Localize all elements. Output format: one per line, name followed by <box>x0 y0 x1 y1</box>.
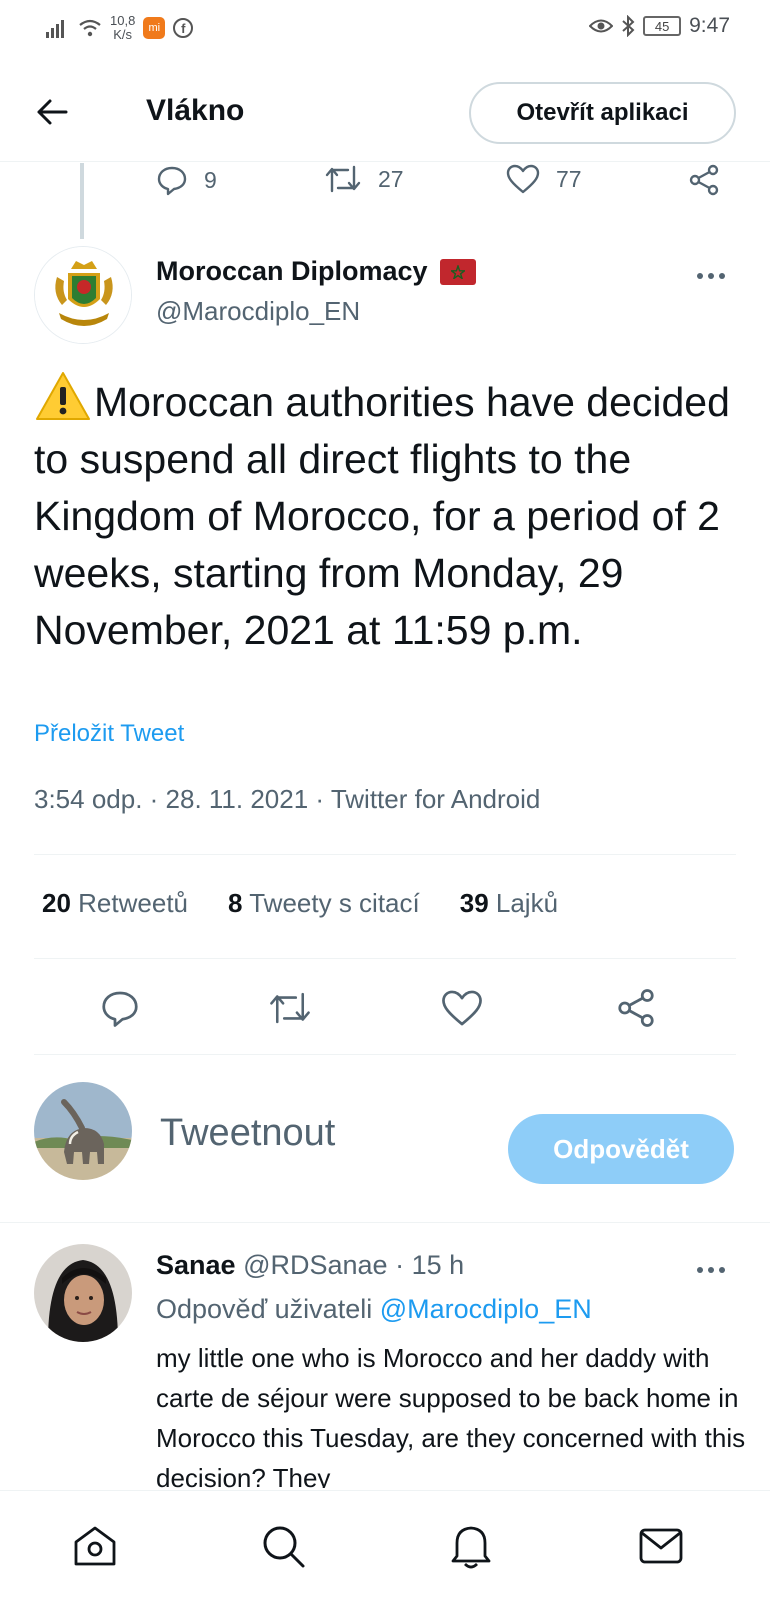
retweet-action[interactable] <box>268 986 312 1030</box>
network-speed-value: 10,8 <box>110 13 136 28</box>
previous-retweet-action[interactable]: 27 <box>324 164 404 194</box>
retweets-stat-count: 20 <box>42 888 71 918</box>
divider <box>34 958 736 959</box>
author-name-text: Moroccan Diplomacy <box>156 256 428 286</box>
mail-icon <box>639 1528 683 1564</box>
reply-author-name[interactable]: Sanae <box>156 1250 236 1280</box>
network-speed: 10,8 K/s <box>110 14 135 42</box>
more-horizontal-icon <box>697 1267 725 1273</box>
person-photo <box>34 1244 132 1342</box>
status-bar-left: 10,8 K/s mi f <box>46 14 194 42</box>
nav-notifications[interactable] <box>446 1521 496 1571</box>
signal-icon <box>46 20 64 38</box>
quotes-stat-label: Tweety s citací <box>249 888 420 918</box>
retweet-icon <box>270 992 310 1024</box>
share-icon <box>618 989 654 1027</box>
arrow-left-icon <box>37 99 68 125</box>
morocco-flag-icon <box>439 258 476 285</box>
tweet-body: Moroccan authorities have decided to sus… <box>34 379 730 653</box>
divider <box>34 1054 736 1055</box>
likes-stat-count: 39 <box>459 888 489 918</box>
share-icon <box>689 164 719 196</box>
tweet-meta: 3:54 odp. · 28. 11. 2021 · Twitter for A… <box>34 784 541 814</box>
retweet-icon <box>325 165 361 193</box>
replying-to-label: Odpověď uživateli <box>156 1294 373 1324</box>
comment-icon <box>157 166 187 196</box>
elephant-photo <box>34 1082 132 1180</box>
previous-like-action[interactable]: 77 <box>506 164 582 194</box>
facebook-icon: f <box>173 18 194 38</box>
author-name[interactable]: Moroccan Diplomacy <box>156 256 476 287</box>
quotes-stat-count: 8 <box>228 888 243 918</box>
divider <box>34 854 736 855</box>
likes-stat[interactable]: 39 Lajků <box>460 888 558 919</box>
current-user-avatar[interactable] <box>34 1082 132 1180</box>
previous-tweet-actions: 9 27 77 <box>0 162 770 206</box>
bluetooth-icon <box>622 15 635 37</box>
reply-submit-button[interactable]: Odpovědět <box>508 1114 734 1184</box>
battery-icon: 45 <box>643 16 682 36</box>
clock: 9:47 <box>689 14 730 37</box>
reply-more-options-button[interactable] <box>696 1250 726 1281</box>
translate-tweet-link[interactable]: Přeložit Tweet <box>34 720 184 748</box>
replying-to: Odpověď uživateli @Marocdiplo_EN <box>156 1294 592 1325</box>
warning-icon <box>36 372 90 420</box>
author-avatar[interactable] <box>34 246 132 344</box>
reply-text: my little one who is Morocco and her dad… <box>156 1343 746 1488</box>
reply-header: Sanae @RDSanae · 15 h <box>156 1250 464 1281</box>
network-speed-unit: K/s <box>113 27 133 42</box>
status-bar-right: 45 9:47 <box>589 14 730 38</box>
reply-timestamp: · 15 h <box>395 1250 465 1280</box>
bottom-navigation <box>0 1490 770 1600</box>
comment-icon <box>102 991 138 1027</box>
home-icon <box>74 1526 116 1566</box>
search-icon <box>263 1526 305 1568</box>
replying-to-mention[interactable]: @Marocdiplo_EN <box>380 1294 592 1324</box>
open-app-button[interactable]: Otevřít aplikaci <box>469 82 736 144</box>
divider <box>0 1222 770 1223</box>
heart-icon <box>442 990 482 1026</box>
reply-compose-input[interactable]: Tweetnout <box>160 1112 335 1155</box>
previous-reply-action[interactable]: 9 <box>156 164 217 196</box>
tweet-actions <box>0 986 770 1036</box>
nav-messages[interactable] <box>636 1521 686 1571</box>
previous-retweet-count: 27 <box>378 165 404 192</box>
nav-home[interactable] <box>70 1521 120 1571</box>
bell-icon <box>451 1526 491 1569</box>
nav-search[interactable] <box>258 1521 308 1571</box>
mi-app-icon: mi <box>143 17 166 39</box>
reply-author-avatar[interactable] <box>34 1244 132 1342</box>
back-button[interactable] <box>30 90 74 134</box>
more-options-button[interactable] <box>696 256 726 287</box>
heart-icon <box>506 164 540 194</box>
status-bar: 10,8 K/s mi f 45 9:47 <box>0 0 770 62</box>
reply-action[interactable] <box>98 986 142 1030</box>
page-title: Vlákno <box>146 94 245 127</box>
tweet-text: Moroccan authorities have decided to sus… <box>34 370 754 659</box>
wifi-icon <box>79 19 101 37</box>
tweet-stats: 20 Retweetů 8 Tweety s citací 39 Lajků <box>42 888 558 919</box>
quotes-stat[interactable]: 8 Tweety s citací <box>228 888 420 919</box>
retweets-stat-label: Retweetů <box>78 888 188 918</box>
author-handle[interactable]: @Marocdiplo_EN <box>156 296 360 327</box>
previous-share-action[interactable] <box>688 164 720 196</box>
eye-icon <box>589 19 614 33</box>
previous-like-count: 77 <box>556 165 582 192</box>
coat-of-arms-logo <box>35 247 131 343</box>
like-action[interactable] <box>440 986 484 1030</box>
more-horizontal-icon <box>697 273 725 279</box>
likes-stat-label: Lajků <box>495 888 559 918</box>
previous-reply-count: 9 <box>204 166 217 193</box>
reply-author-handle[interactable]: @RDSanae <box>243 1250 387 1280</box>
retweets-stat[interactable]: 20 Retweetů <box>42 888 188 919</box>
top-app-bar: Vlákno Otevřít aplikaci <box>0 62 770 162</box>
share-action[interactable] <box>614 986 658 1030</box>
